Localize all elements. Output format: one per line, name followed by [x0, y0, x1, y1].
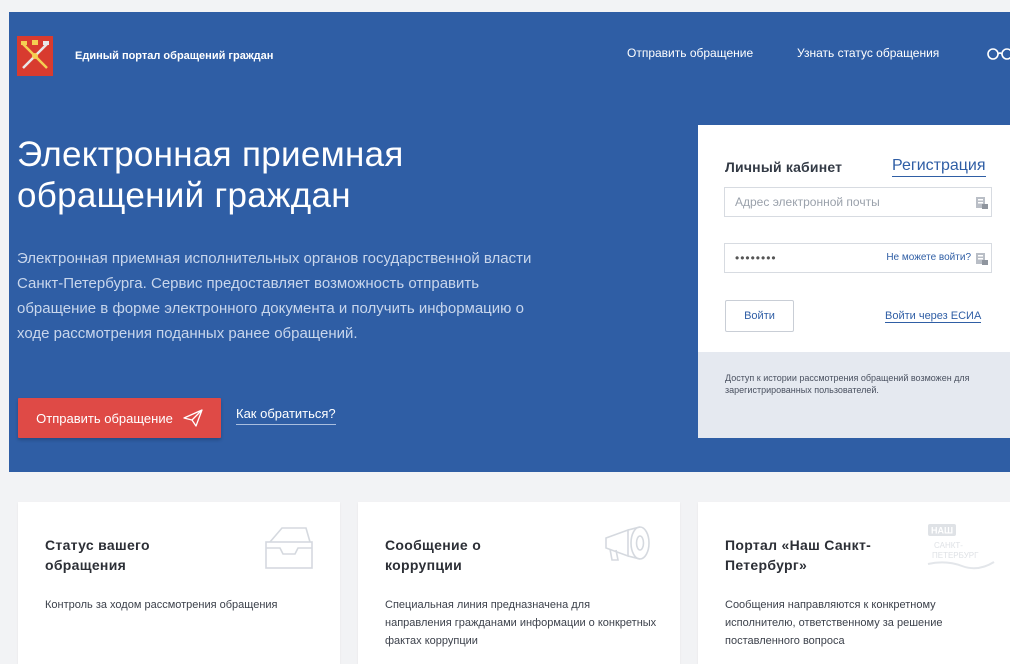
nash-logo-word: ПЕТЕРБУРГ — [932, 551, 979, 560]
how-to-apply-link[interactable]: Как обратиться? — [236, 406, 336, 425]
card-title: Портал «Наш Санкт-Петербург» — [725, 537, 872, 573]
card-title: Сообщение о коррупции — [385, 537, 482, 573]
hero-description: Электронная приемная исполнительных орга… — [17, 250, 532, 342]
email-field — [724, 187, 992, 217]
paper-plane-icon — [183, 409, 203, 427]
nav-check-status[interactable]: Узнать статус обращения — [797, 46, 939, 60]
card-nash-spb-portal[interactable]: Портал «Наш Санкт-Петербург» Сообщения н… — [698, 502, 1010, 664]
hero-title-line-1: Электронная приемная — [17, 135, 404, 174]
site-title[interactable]: Единый портал обращений граждан — [75, 50, 273, 62]
card-appeal-status[interactable]: Статус вашего обращения Контроль за ходо… — [18, 502, 340, 664]
send-appeal-button[interactable]: Отправить обращение — [18, 398, 221, 438]
nav-send-appeal[interactable]: Отправить обращение — [627, 46, 753, 60]
email-input[interactable] — [735, 188, 915, 216]
card-text: Сообщения направляются к конкретному исп… — [725, 599, 943, 647]
login-note-box: Доступ к истории рассмотрения обращений … — [698, 352, 1010, 438]
login-title: Личный кабинет — [725, 159, 843, 175]
nash-logo-word: НАШ — [931, 526, 953, 536]
card-corruption-report[interactable]: Сообщение о коррупции Специальная линия … — [358, 502, 680, 664]
esia-login-link[interactable]: Войти через ЕСИА — [885, 310, 982, 323]
hero-title: Электронная приемная обращений граждан — [17, 134, 577, 216]
card-text: Контроль за ходом рассмотрения обращения — [45, 599, 278, 611]
register-link[interactable]: Регистрация — [892, 157, 986, 177]
autofill-key-icon[interactable] — [975, 252, 989, 266]
login-button[interactable]: Войти — [725, 300, 794, 332]
card-text: Специальная линия предназначена для напр… — [385, 599, 657, 647]
password-field: Не можете войти? — [724, 243, 992, 273]
glasses-icon[interactable] — [987, 47, 1010, 61]
cant-login-link[interactable]: Не можете войти? — [886, 252, 971, 263]
hero-title-line-2: обращений граждан — [17, 176, 351, 215]
login-panel: Личный кабинет Регистрация Не можете вой… — [698, 125, 1010, 438]
login-note: Доступ к истории рассмотрения обращений … — [725, 373, 970, 395]
nash-logo-word: САНКТ- — [934, 541, 963, 550]
nash-spb-logo-icon: НАШ САНКТ- ПЕТЕРБУРГ — [927, 524, 995, 570]
top-navigation: Единый портал обращений граждан Отправит… — [9, 12, 1010, 92]
card-title: Статус вашего обращения — [45, 537, 150, 573]
spb-coat-of-arms-icon[interactable] — [17, 36, 53, 76]
password-input[interactable] — [735, 244, 855, 272]
megaphone-icon — [605, 526, 650, 561]
autofill-key-icon[interactable] — [975, 196, 989, 210]
inbox-tray-icon — [265, 527, 313, 569]
send-appeal-label: Отправить обращение — [36, 410, 173, 426]
